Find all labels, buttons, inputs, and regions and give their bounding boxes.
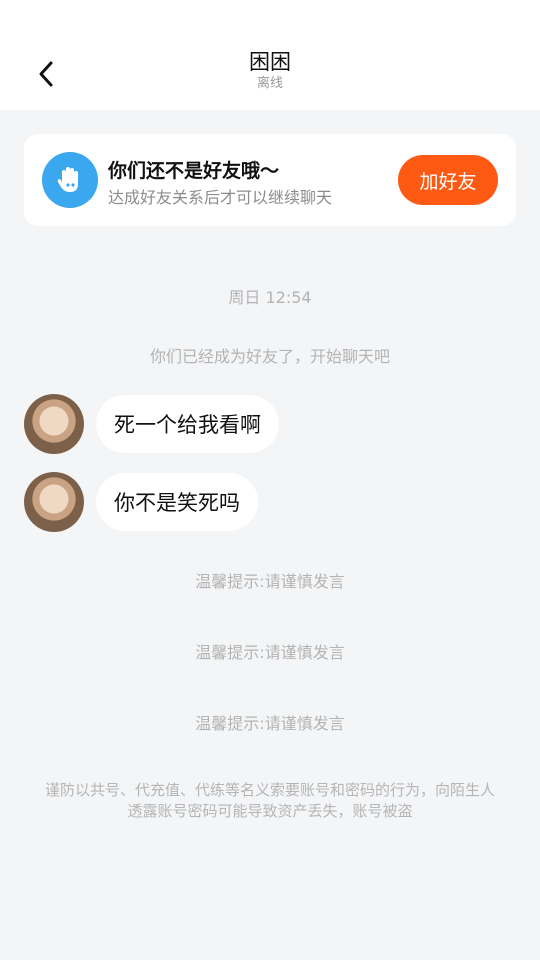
not-friends-title: 你们还不是好友哦～ bbox=[108, 160, 280, 182]
message-bubble[interactable]: 你不是笑死吗 bbox=[96, 473, 258, 531]
security-warning: 谨防以共号、代充值、代练等名义索要账号和密码的行为，向陌生人透露账号密码可能导致… bbox=[44, 781, 495, 820]
top-bar: 困困 离线 bbox=[0, 0, 540, 110]
caution-tip: 温馨提示:请谨慎发言 bbox=[195, 643, 345, 662]
avatar[interactable] bbox=[24, 394, 84, 454]
not-friends-description: 达成好友关系后才可以继续聊天 bbox=[108, 188, 333, 207]
caution-tip: 温馨提示:请谨慎发言 bbox=[195, 714, 345, 733]
online-status: 离线 bbox=[256, 76, 283, 91]
caution-tip: 温馨提示:请谨慎发言 bbox=[195, 572, 345, 591]
system-message: 你们已经成为好友了，开始聊天吧 bbox=[149, 347, 390, 366]
chat-title-block: 困困 离线 bbox=[0, 48, 540, 92]
add-friend-button[interactable]: 加好友 bbox=[398, 155, 498, 205]
message-bubble[interactable]: 死一个给我看啊 bbox=[96, 395, 279, 453]
message-timestamp: 周日 12:54 bbox=[228, 288, 312, 307]
add-friend-banner: 你们还不是好友哦～ 达成好友关系后才可以继续聊天 加好友 bbox=[24, 134, 516, 226]
contact-name: 困困 bbox=[249, 50, 291, 74]
avatar[interactable] bbox=[24, 472, 84, 532]
waving-hand-icon bbox=[42, 152, 98, 208]
